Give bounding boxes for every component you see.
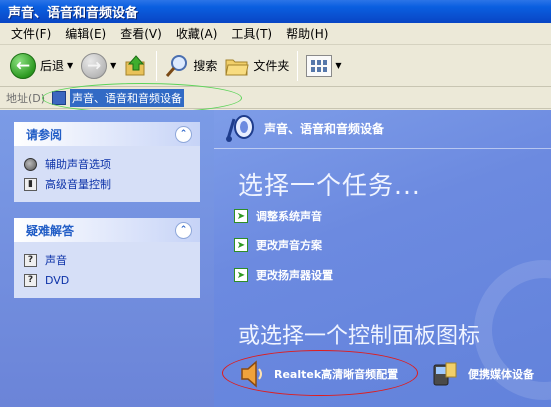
volume-control-icon: ▮ bbox=[24, 177, 37, 191]
sound-category-icon bbox=[226, 115, 254, 142]
task-change-sound-scheme[interactable]: ➤ 更改声音方案 bbox=[234, 235, 322, 255]
forward-button[interactable]: → ▼ bbox=[77, 49, 120, 83]
menu-favorites[interactable]: 收藏(A) bbox=[169, 25, 225, 42]
content-header: 声音、语音和音频设备 bbox=[214, 110, 551, 146]
collapse-chevron-icon[interactable]: ⌃ bbox=[175, 125, 192, 143]
troubleshoot-header[interactable]: 疑难解答 ⌃ bbox=[14, 218, 200, 242]
search-icon bbox=[166, 54, 188, 77]
see-also-panel: 请参阅 ⌃ 辅助声音选项 ▮ 高级音量控制 bbox=[14, 122, 200, 202]
cp-item-label: Realtek高清晰音频配置 bbox=[274, 368, 399, 381]
content-header-title: 声音、语音和音频设备 bbox=[264, 121, 385, 136]
collapse-chevron-icon[interactable]: ⌃ bbox=[175, 221, 192, 239]
control-panel-icon bbox=[52, 91, 66, 105]
control-panel-heading: 或选择一个控制面板图标 bbox=[238, 324, 481, 349]
troubleshoot-panel: 疑难解答 ⌃ ? 声音 ? DVD bbox=[14, 218, 200, 298]
help-icon: ? bbox=[24, 253, 37, 267]
link-dvd-troubleshoot[interactable]: ? DVD bbox=[24, 270, 190, 290]
portable-media-icon bbox=[433, 362, 457, 386]
up-button[interactable] bbox=[120, 49, 152, 83]
task-label: 调整系统声音 bbox=[256, 210, 322, 223]
content-area: 声音、语音和音频设备 选择一个任务... ➤ 调整系统声音 ➤ 更改声音方案 ➤… bbox=[214, 110, 551, 407]
link-label: 声音 bbox=[45, 254, 67, 267]
task-change-speaker-settings[interactable]: ➤ 更改扬声器设置 bbox=[234, 265, 333, 285]
folder-up-icon bbox=[125, 54, 145, 75]
title-bar: 声音、语音和音频设备 bbox=[0, 0, 551, 23]
link-sound-troubleshoot[interactable]: ? 声音 bbox=[24, 250, 190, 270]
toolbar-separator bbox=[156, 50, 158, 81]
speaker-icon bbox=[24, 157, 37, 171]
views-grid-icon bbox=[306, 54, 333, 77]
menu-help[interactable]: 帮助(H) bbox=[279, 25, 335, 42]
arrow-right-icon: ➤ bbox=[234, 268, 248, 282]
link-accessibility-sound[interactable]: 辅助声音选项 bbox=[24, 154, 190, 174]
folders-label: 文件夹 bbox=[253, 59, 290, 73]
see-also-header[interactable]: 请参阅 ⌃ bbox=[14, 122, 200, 146]
folder-icon bbox=[225, 59, 249, 75]
task-adjust-system-sound[interactable]: ➤ 调整系统声音 bbox=[234, 206, 322, 226]
menu-tools[interactable]: 工具(T) bbox=[224, 25, 279, 42]
menu-edit[interactable]: 编辑(E) bbox=[58, 25, 113, 42]
troubleshoot-title: 疑难解答 bbox=[26, 223, 75, 238]
search-button[interactable]: 搜索 bbox=[161, 49, 221, 83]
see-also-body: 辅助声音选项 ▮ 高级音量控制 bbox=[14, 146, 200, 202]
toolbar-separator bbox=[297, 50, 299, 81]
back-label: 后退 bbox=[40, 59, 65, 73]
cp-item-portable-media[interactable]: 便携媒体设备 bbox=[430, 356, 534, 392]
link-label: 高级音量控制 bbox=[45, 178, 111, 191]
see-also-title: 请参阅 bbox=[26, 127, 63, 142]
speaker-icon bbox=[241, 360, 262, 388]
task-heading: 选择一个任务... bbox=[238, 171, 421, 200]
back-dropdown-icon[interactable]: ▼ bbox=[67, 61, 73, 70]
menu-file[interactable]: 文件(F) bbox=[4, 25, 58, 42]
arrow-right-icon: ➤ bbox=[234, 209, 248, 223]
address-value[interactable]: 声音、语音和音频设备 bbox=[70, 89, 184, 107]
arrow-right-icon: ➤ bbox=[234, 238, 248, 252]
address-bar: 地址(D) 声音、语音和音频设备 bbox=[0, 87, 551, 109]
link-label: DVD bbox=[45, 273, 70, 287]
address-field[interactable]: 声音、语音和音频设备 bbox=[52, 89, 232, 107]
toolbar: ← 后退 ▼ → ▼ 搜索 文件夹 ▼ bbox=[0, 45, 551, 87]
menu-bar: 文件(F) 编辑(E) 查看(V) 收藏(A) 工具(T) 帮助(H) bbox=[0, 23, 551, 45]
task-label: 更改声音方案 bbox=[256, 239, 322, 252]
back-arrow-icon: ← bbox=[10, 52, 36, 79]
troubleshoot-body: ? 声音 ? DVD bbox=[14, 242, 200, 298]
cp-item-realtek-audio[interactable]: Realtek高清晰音频配置 bbox=[236, 356, 398, 392]
folders-button[interactable]: 文件夹 bbox=[221, 49, 293, 83]
left-task-pane: 请参阅 ⌃ 辅助声音选项 ▮ 高级音量控制 疑难解答 ⌃ ? 声音 ? DVD bbox=[0, 110, 214, 407]
task-label: 更改扬声器设置 bbox=[256, 269, 333, 282]
help-icon: ? bbox=[24, 273, 37, 287]
link-label: 辅助声音选项 bbox=[45, 158, 111, 171]
menu-view[interactable]: 查看(V) bbox=[113, 25, 169, 42]
window-title: 声音、语音和音频设备 bbox=[8, 6, 139, 21]
header-divider bbox=[214, 148, 551, 149]
search-label: 搜索 bbox=[193, 59, 218, 73]
cp-item-label: 便携媒体设备 bbox=[468, 368, 534, 381]
forward-dropdown-icon[interactable]: ▼ bbox=[110, 61, 116, 70]
views-dropdown-icon[interactable]: ▼ bbox=[335, 61, 341, 70]
views-button[interactable]: ▼ bbox=[302, 49, 345, 83]
address-label: 地址(D) bbox=[6, 91, 46, 105]
back-button[interactable]: ← 后退 ▼ bbox=[6, 49, 77, 83]
link-advanced-volume[interactable]: ▮ 高级音量控制 bbox=[24, 174, 190, 194]
forward-arrow-icon: → bbox=[81, 52, 108, 79]
